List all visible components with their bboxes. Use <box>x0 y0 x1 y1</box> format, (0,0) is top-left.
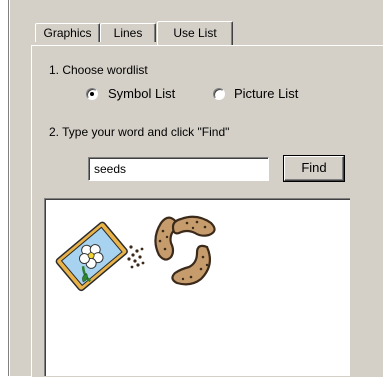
tab-use-list[interactable]: Use List <box>157 21 233 45</box>
find-button[interactable]: Find <box>283 155 345 182</box>
find-button-label: Find <box>301 160 327 175</box>
search-input[interactable] <box>88 157 269 181</box>
seeds-icon[interactable] <box>151 213 223 293</box>
tab-lines-label: Lines <box>113 26 143 40</box>
results-list[interactable] <box>44 198 350 376</box>
radio-checked-icon <box>86 88 98 100</box>
symbol-list-radio[interactable]: Symbol List <box>86 86 196 102</box>
type-word-heading: 2. Type your word and click "Find" <box>49 125 230 139</box>
tab-use-list-label: Use List <box>173 26 217 40</box>
picture-list-radio[interactable]: Picture List <box>213 86 323 102</box>
picture-list-label: Picture List <box>234 86 299 101</box>
radio-unchecked-icon <box>213 88 225 100</box>
tab-graphics-label: Graphics <box>43 26 92 40</box>
seed-packet-icon[interactable] <box>49 209 153 299</box>
tab-lines[interactable]: Lines <box>100 23 156 42</box>
tab-graphics[interactable]: Graphics <box>35 23 100 42</box>
choose-wordlist-heading: 1. Choose wordlist <box>49 63 148 77</box>
symbol-list-label: Symbol List <box>108 86 176 101</box>
